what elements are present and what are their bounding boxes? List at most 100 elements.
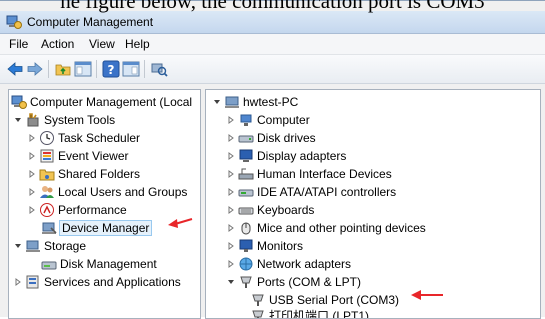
display-adapter-icon [238,148,254,164]
tree-item-system-tools[interactable]: System Tools [13,111,193,129]
tree-item-event-viewer[interactable]: Event Viewer [27,147,199,165]
expand-arrow-icon[interactable] [226,205,236,215]
users-icon [39,184,55,200]
tree-label: Monitors [257,239,304,253]
tree-label: Computer Management (Local [30,95,193,109]
tree-item-storage[interactable]: Storage [13,237,193,255]
tree-label: Local Users and Groups [58,185,188,199]
system-tools-icon [25,112,41,128]
shared-folder-icon [39,166,55,182]
tree-label: Keyboards [257,203,315,217]
console-tree-pane[interactable]: Computer Management (Local System Tools … [8,89,201,319]
tree-label: Human Interface Devices [257,167,392,181]
menu-help[interactable]: Help [125,37,150,51]
collapse-arrow-icon[interactable] [13,115,23,125]
annotation-arrow-com3 [410,289,444,301]
scan-hardware-icon[interactable] [150,60,168,78]
expand-arrow-icon[interactable] [226,115,236,125]
expand-arrow-icon[interactable] [226,169,236,179]
network-adapter-icon [238,256,254,272]
device-category-keyboards[interactable]: Keyboards [226,201,526,219]
tree-item-local-users-and-groups[interactable]: Local Users and Groups [27,183,199,201]
hid-icon [238,166,254,182]
device-category-disk-drives[interactable]: Disk drives [226,129,526,147]
menu-file[interactable]: File [9,37,28,51]
forward-arrow-icon[interactable] [26,60,44,78]
expand-arrow-icon[interactable] [27,205,37,215]
tree-label: Task Scheduler [58,131,141,145]
tree-label: Computer [257,113,310,127]
expand-arrow-icon[interactable] [13,277,23,287]
tree-item-disk-management[interactable]: Disk Management [41,255,191,273]
device-tree-pane[interactable]: hwtest-PC Computer Disk drives Display a… [205,89,541,319]
expand-arrow-icon[interactable] [27,151,37,161]
port-icon [250,308,266,318]
device-category-ports[interactable]: Ports (COM & LPT) [226,273,526,291]
back-arrow-icon[interactable] [6,60,24,78]
disk-management-icon [41,256,57,272]
device-category-computer[interactable]: Computer [226,111,526,129]
computer-icon [224,94,240,110]
show-hide-console-tree-icon[interactable] [74,60,92,78]
menu-action[interactable]: Action [41,37,74,51]
properties-icon[interactable] [122,60,140,78]
collapse-arrow-icon[interactable] [212,97,222,107]
tree-label: Mice and other pointing devices [257,221,426,235]
expand-arrow-icon[interactable] [27,187,37,197]
tree-item-task-scheduler[interactable]: Task Scheduler [27,129,199,147]
computer-management-window: Computer Management File Action View Hel… [0,0,545,319]
toolbar: ? [0,55,545,84]
storage-icon [25,238,41,254]
expand-arrow-icon[interactable] [27,169,37,179]
tree-label: Ports (COM & LPT) [257,275,362,289]
device-category-display-adapters[interactable]: Display adapters [226,147,526,165]
tree-label: 打印机端口 (LPT1) [269,309,370,319]
device-category-monitors[interactable]: Monitors [226,237,526,255]
tree-label: Disk drives [257,131,316,145]
event-viewer-icon [39,148,55,164]
computer-icon [238,112,254,128]
device-category-ide-ata-atapi-controllers[interactable]: IDE ATA/ATAPI controllers [226,183,526,201]
keyboard-icon [238,202,254,218]
device-lpt-port[interactable]: 打印机端口 (LPT1) [250,307,450,319]
performance-icon [39,202,55,218]
tree-label: Shared Folders [58,167,141,181]
tree-label: Storage [44,239,87,253]
device-manager-icon [41,220,57,236]
collapse-arrow-icon[interactable] [13,241,23,251]
annotation-arrow-device-manager [167,216,193,228]
tree-item-computer-management[interactable]: Computer Management (Local [11,93,199,111]
tree-label: Performance [58,203,127,217]
tree-label: Network adapters [257,257,352,271]
toolbar-separator [144,60,145,78]
tree-label: Event Viewer [58,149,129,163]
menu-bar: File Action View Help [0,34,545,55]
expand-arrow-icon[interactable] [226,241,236,251]
expand-arrow-icon[interactable] [226,223,236,233]
port-icon [250,292,266,308]
device-category-network-adapters[interactable]: Network adapters [226,255,526,273]
device-category-human-interface-devices[interactable]: Human Interface Devices [226,165,526,183]
expand-arrow-icon[interactable] [226,133,236,143]
up-folder-icon[interactable] [54,60,72,78]
tree-label: USB Serial Port (COM3) [269,293,400,307]
svg-text:?: ? [108,63,115,77]
device-category-mice[interactable]: Mice and other pointing devices [226,219,536,237]
tree-item-shared-folders[interactable]: Shared Folders [27,165,199,183]
tree-label: Device Manager [58,220,153,236]
expand-arrow-icon[interactable] [27,133,37,143]
figure-caption-text: he figure below, the communication port … [60,0,485,13]
computer-management-icon [11,94,27,110]
computer-management-icon [6,14,22,30]
collapse-arrow-icon[interactable] [226,277,236,287]
expand-arrow-icon[interactable] [226,187,236,197]
toolbar-separator [48,60,49,78]
services-icon [25,274,41,290]
expand-arrow-icon[interactable] [226,259,236,269]
expand-arrow-icon[interactable] [226,151,236,161]
help-icon[interactable]: ? [102,60,120,78]
device-tree-root[interactable]: hwtest-PC [212,93,412,111]
tree-label: System Tools [44,113,116,127]
tree-item-services-and-applications[interactable]: Services and Applications [13,273,199,291]
menu-view[interactable]: View [89,37,115,51]
